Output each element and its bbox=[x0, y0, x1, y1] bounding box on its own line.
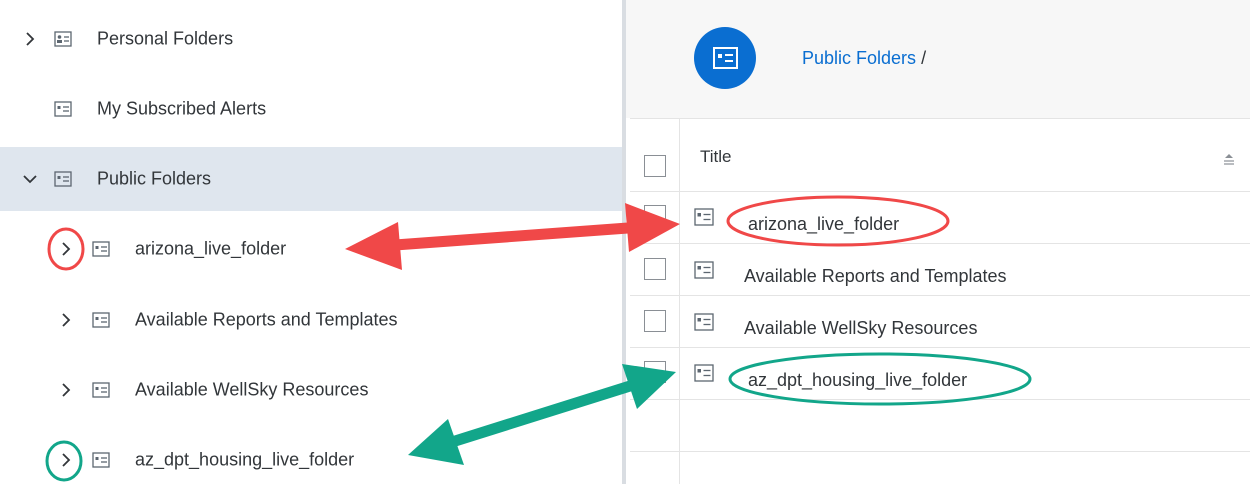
tree-item-arizona-live-folder[interactable]: arizona_live_folder bbox=[0, 217, 622, 281]
folder-icon bbox=[54, 171, 72, 187]
row-title-link[interactable]: Available Reports and Templates bbox=[744, 266, 1007, 287]
row-title-link[interactable]: Available WellSky Resources bbox=[744, 318, 977, 339]
tree-item-available-wellsky-resources[interactable]: Available WellSky Resources bbox=[0, 358, 622, 422]
folder-icon bbox=[92, 241, 110, 257]
tree-item-label: az_dpt_housing_live_folder bbox=[135, 449, 355, 470]
chevron-right-icon[interactable] bbox=[58, 241, 74, 257]
select-column bbox=[630, 244, 680, 296]
tree-item-my-subscribed-alerts[interactable]: My Subscribed Alerts bbox=[0, 77, 622, 141]
select-column bbox=[630, 119, 680, 192]
table-row[interactable]: arizona_live_folder bbox=[630, 192, 1250, 244]
row-checkbox[interactable] bbox=[644, 310, 666, 332]
select-column bbox=[630, 192, 680, 244]
folder-avatar-icon bbox=[694, 27, 756, 89]
folder-content-pane: Public Folders / Title arizona_live_fold… bbox=[626, 0, 1250, 484]
folder-icon bbox=[54, 101, 72, 117]
folder-icon bbox=[694, 364, 714, 382]
table-row-empty bbox=[630, 452, 1250, 484]
select-all-checkbox[interactable] bbox=[644, 155, 666, 177]
tree-item-label: arizona_live_folder bbox=[135, 238, 287, 259]
tree-item-label: Available WellSky Resources bbox=[135, 379, 369, 400]
folder-icon bbox=[92, 382, 110, 398]
select-column bbox=[630, 400, 680, 452]
breadcrumb-separator: / bbox=[921, 48, 927, 68]
folder-icon bbox=[92, 452, 110, 468]
folder-icon bbox=[694, 261, 714, 279]
tree-item-az-dpt-housing-live-folder[interactable]: az_dpt_housing_live_folder bbox=[0, 428, 622, 484]
table-row[interactable]: Available Reports and Templates bbox=[630, 244, 1250, 296]
chevron-down-icon[interactable] bbox=[22, 171, 38, 187]
select-column bbox=[630, 296, 680, 348]
select-column bbox=[630, 452, 680, 484]
folder-tree: Personal Folders My Subscribed Alerts Pu… bbox=[0, 0, 622, 484]
folder-icon bbox=[694, 313, 714, 331]
row-title-link[interactable]: arizona_live_folder bbox=[748, 214, 899, 235]
column-header-title[interactable]: Title bbox=[700, 147, 732, 167]
row-checkbox[interactable] bbox=[644, 205, 666, 227]
tree-item-label: Personal Folders bbox=[97, 28, 234, 49]
table-row[interactable]: Available WellSky Resources bbox=[630, 296, 1250, 348]
table-row-empty bbox=[630, 400, 1250, 452]
breadcrumb: Public Folders / bbox=[802, 48, 926, 69]
tree-item-label: Public Folders bbox=[97, 168, 212, 189]
table-header-row: Title bbox=[630, 119, 1250, 192]
folder-header: Public Folders / bbox=[626, 0, 1250, 118]
chevron-right-icon[interactable] bbox=[58, 312, 74, 328]
row-checkbox[interactable] bbox=[644, 361, 666, 383]
table-row[interactable]: az_dpt_housing_live_folder bbox=[630, 348, 1250, 400]
row-title-link[interactable]: az_dpt_housing_live_folder bbox=[748, 370, 967, 391]
row-checkbox[interactable] bbox=[644, 258, 666, 280]
chevron-right-icon[interactable] bbox=[58, 452, 74, 468]
chevron-right-icon[interactable] bbox=[58, 382, 74, 398]
breadcrumb-link-public-folders[interactable]: Public Folders bbox=[802, 48, 916, 68]
folder-table: Title arizona_live_folder Available Repo… bbox=[630, 118, 1250, 484]
personal-folder-icon bbox=[54, 31, 72, 47]
folder-icon bbox=[694, 208, 714, 226]
folder-icon bbox=[92, 312, 110, 328]
tree-item-public-folders[interactable]: Public Folders bbox=[0, 147, 622, 211]
tree-item-personal-folders[interactable]: Personal Folders bbox=[0, 7, 622, 71]
tree-item-available-reports[interactable]: Available Reports and Templates bbox=[0, 288, 622, 352]
sort-icon[interactable] bbox=[1222, 153, 1236, 165]
tree-item-label: Available Reports and Templates bbox=[135, 309, 398, 330]
chevron-right-icon[interactable] bbox=[22, 31, 38, 47]
select-column bbox=[630, 348, 680, 400]
tree-item-label: My Subscribed Alerts bbox=[97, 98, 267, 119]
